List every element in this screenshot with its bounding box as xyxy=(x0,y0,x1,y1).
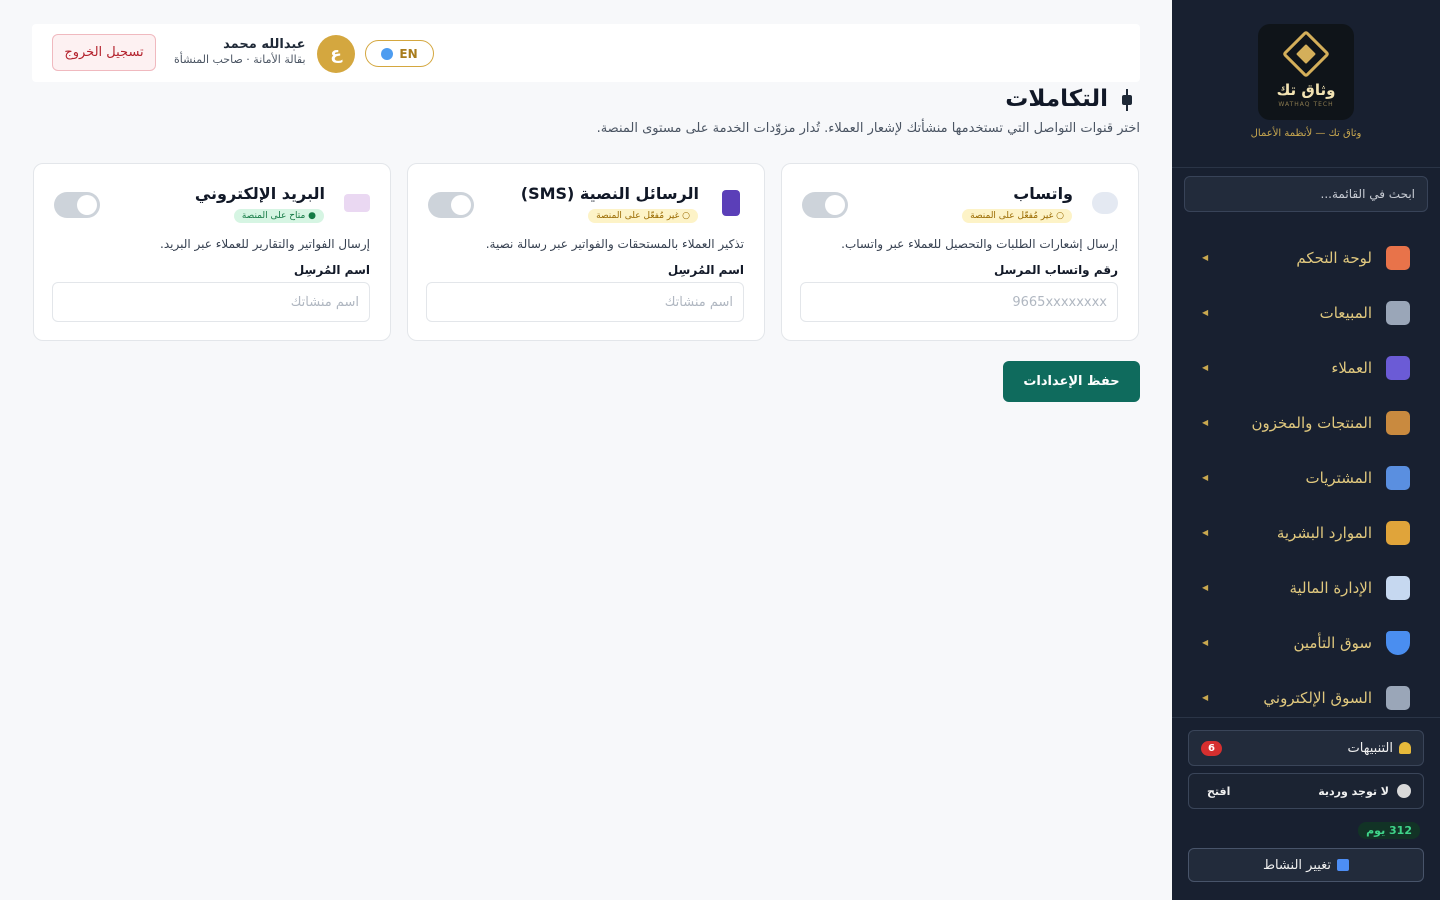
card-header: البريد الإلكتروني ● متاح على المنصة xyxy=(54,182,370,232)
save-settings-button[interactable]: حفظ الإعدادات xyxy=(1003,361,1140,402)
status-badge: ○ غير مُفعّل على المنصة xyxy=(588,209,698,223)
plug-icon xyxy=(1120,87,1134,111)
logo: وثاق تك WATHAQ TECH xyxy=(1258,24,1354,120)
worker-icon xyxy=(1386,520,1410,545)
shift-status: لا توجد وردية افتح xyxy=(1188,773,1424,809)
sms-sender-input[interactable] xyxy=(426,282,744,322)
card-header: واتساب ○ غير مُفعّل على المنصة xyxy=(802,182,1118,232)
bell-icon xyxy=(1399,742,1411,754)
integration-card-sms: الرسائل النصية (SMS) ○ غير مُفعّل على ال… xyxy=(407,163,765,341)
page-description: اختر قنوات التواصل التي تستخدمها منشأتك … xyxy=(596,121,1140,136)
topbar: EN ع عبدالله محمد بقالة الأمانة · صاحب ا… xyxy=(32,24,1140,82)
integration-card-whatsapp: واتساب ○ غير مُفعّل على المنصة إرسال إشع… xyxy=(781,163,1139,341)
chevron-left-icon: ◀ xyxy=(1202,253,1209,262)
logo-text: وثاق تك xyxy=(1276,80,1336,99)
sidebar-item-label: المنتجات والمخزون xyxy=(1251,413,1372,432)
notifications-button[interactable]: التنبيهات 6 xyxy=(1188,730,1424,766)
sidebar-item-hr[interactable]: الموارد البشرية ◀ xyxy=(1172,505,1440,560)
field-label: اسم المُرسِل xyxy=(667,263,744,277)
sms-toggle[interactable] xyxy=(428,192,474,218)
envelope-icon xyxy=(344,194,370,212)
user-name: عبدالله محمد xyxy=(223,37,306,52)
chart-icon xyxy=(1386,575,1410,600)
sidebar-item-products[interactable]: المنتجات والمخزون ◀ xyxy=(1172,395,1440,450)
logo-subtext: WATHAQ TECH xyxy=(1278,100,1334,108)
sidebar-item-label: الإدارة المالية xyxy=(1289,578,1372,597)
sidebar-item-sales[interactable]: المبيعات ◀ xyxy=(1172,285,1440,340)
globe-icon xyxy=(381,47,394,60)
chevron-left-icon: ◀ xyxy=(1202,418,1209,427)
sidebar-item-label: المشتريات xyxy=(1305,468,1372,487)
avatar[interactable]: ع xyxy=(317,35,355,73)
chevron-left-icon: ◀ xyxy=(1202,308,1209,317)
subscription-days-badge: 312 يوم xyxy=(1358,822,1420,839)
logout-button[interactable]: تسجيل الخروج xyxy=(52,34,156,71)
cart-icon xyxy=(1386,300,1410,325)
sidebar-item-finance[interactable]: الإدارة المالية ◀ xyxy=(1172,560,1440,615)
card-description: تذكير العملاء بالمستحقات والفواتير عبر ر… xyxy=(485,237,744,251)
divider xyxy=(1172,717,1440,718)
card-description: إرسال إشعارات الطلبات والتحصيل للعملاء ع… xyxy=(841,237,1118,251)
menu-search-input[interactable] xyxy=(1184,176,1428,212)
sidebar-item-label: سوق التأمين xyxy=(1293,633,1372,652)
sidebar-item-dashboard[interactable]: لوحة التحكم ◀ xyxy=(1172,230,1440,285)
sidebar-item-label: لوحة التحكم xyxy=(1296,248,1372,267)
cart-icon xyxy=(1386,685,1410,710)
refresh-icon xyxy=(1337,859,1350,871)
shift-status-icon xyxy=(1397,784,1411,798)
chevron-left-icon: ◀ xyxy=(1202,528,1209,537)
sidebar-nav: لوحة التحكم ◀ المبيعات ◀ العملاء ◀ المنت… xyxy=(1172,230,1440,725)
page-title: التكاملات xyxy=(1005,86,1108,112)
chevron-left-icon: ◀ xyxy=(1202,638,1209,647)
card-title: واتساب xyxy=(1013,184,1073,203)
status-badge: ○ غير مُفعّل على المنصة xyxy=(962,209,1072,223)
sidebar-item-purchases[interactable]: المشتريات ◀ xyxy=(1172,450,1440,505)
tagline: وثاق تك — لأنظمة الأعمال xyxy=(1250,128,1362,139)
email-toggle[interactable] xyxy=(54,192,100,218)
user-info: عبدالله محمد بقالة الأمانة · صاحب المنشأ… xyxy=(174,37,306,66)
email-sender-input[interactable] xyxy=(52,282,370,322)
chevron-left-icon: ◀ xyxy=(1202,693,1209,702)
sidebar: وثاق تك WATHAQ TECH وثاق تك — لأنظمة الأ… xyxy=(1172,0,1440,900)
card-description: إرسال الفواتير والتقارير للعملاء عبر الب… xyxy=(160,237,370,251)
sidebar-item-label: العملاء xyxy=(1331,358,1372,377)
status-badge: ● متاح على المنصة xyxy=(233,209,324,223)
chevron-left-icon: ◀ xyxy=(1202,363,1209,372)
user-role: بقالة الأمانة · صاحب المنشأة xyxy=(174,53,306,66)
sidebar-item-customers[interactable]: العملاء ◀ xyxy=(1172,340,1440,395)
notifications-count-badge: 6 xyxy=(1201,740,1222,756)
language-toggle[interactable]: EN xyxy=(365,40,434,67)
field-label: اسم المُرسِل xyxy=(293,263,370,277)
sidebar-item-label: السوق الإلكتروني xyxy=(1263,688,1372,707)
change-activity-button[interactable]: تغيير النشاط xyxy=(1188,848,1424,882)
chevron-left-icon: ◀ xyxy=(1202,583,1209,592)
whatsapp-toggle[interactable] xyxy=(802,192,848,218)
language-label: EN xyxy=(399,46,418,61)
chevron-left-icon: ◀ xyxy=(1202,473,1209,482)
open-shift-button[interactable]: افتح xyxy=(1207,785,1230,798)
chat-bubble-icon xyxy=(1092,192,1118,214)
card-title: البريد الإلكتروني xyxy=(194,184,325,203)
users-icon xyxy=(1386,355,1410,380)
inbox-icon xyxy=(1386,465,1410,490)
whatsapp-number-input[interactable] xyxy=(800,282,1118,322)
page-header: التكاملات xyxy=(1005,86,1134,112)
shift-status-label: لا توجد وردية xyxy=(1318,784,1389,798)
shield-icon xyxy=(1386,630,1410,655)
card-header: الرسائل النصية (SMS) ○ غير مُفعّل على ال… xyxy=(428,182,744,232)
change-activity-label: تغيير النشاط xyxy=(1262,857,1332,873)
phone-icon xyxy=(722,190,740,216)
logo-mark-icon xyxy=(1281,29,1331,78)
card-title: الرسائل النصية (SMS) xyxy=(520,184,699,203)
sidebar-item-label: الموارد البشرية xyxy=(1276,523,1372,542)
integration-card-email: البريد الإلكتروني ● متاح على المنصة إرسا… xyxy=(33,163,391,341)
field-label: رقم واتساب المرسل xyxy=(993,263,1118,277)
divider xyxy=(1172,167,1440,168)
home-icon xyxy=(1386,245,1410,270)
box-icon xyxy=(1386,410,1410,435)
notifications-label: التنبيهات xyxy=(1347,740,1393,756)
sidebar-item-insurance[interactable]: سوق التأمين ◀ xyxy=(1172,615,1440,670)
sidebar-item-label: المبيعات xyxy=(1319,303,1372,322)
